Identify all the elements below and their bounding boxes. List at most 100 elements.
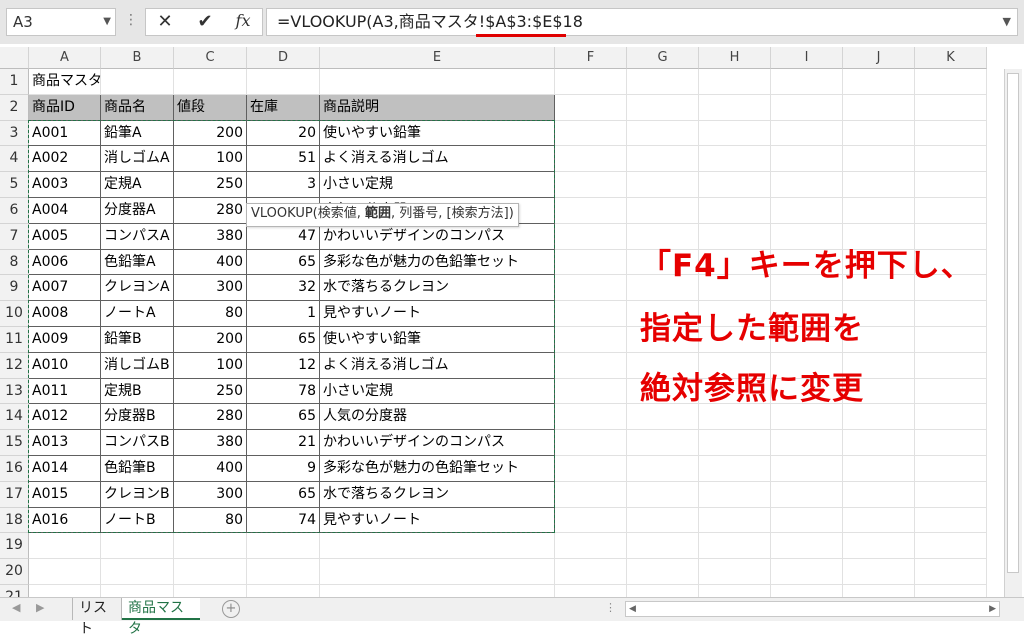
table-header-cell[interactable]: 商品説明 [320, 94, 555, 121]
cell[interactable] [555, 327, 627, 353]
next-sheet-icon[interactable]: ▶ [36, 601, 44, 614]
table-cell[interactable]: A009 [29, 327, 101, 353]
table-cell[interactable]: 多彩な色が魅力の色鉛筆セット [320, 249, 555, 276]
cell[interactable] [555, 120, 627, 147]
table-cell[interactable]: 21 [247, 430, 320, 456]
table-header-cell[interactable]: 値段 [174, 94, 247, 121]
cell[interactable] [843, 559, 915, 585]
cell[interactable] [627, 172, 699, 198]
column-header-h[interactable]: H [699, 47, 771, 69]
table-cell[interactable]: 9 [247, 456, 320, 482]
table-cell[interactable]: 多彩な色が魅力の色鉛筆セット [320, 456, 555, 482]
cell[interactable] [843, 456, 915, 482]
cell[interactable] [627, 507, 699, 534]
table-cell[interactable]: 380 [174, 430, 247, 456]
cell[interactable] [843, 120, 915, 147]
cell[interactable] [915, 404, 987, 431]
cancel-icon[interactable]: ✕ [154, 11, 176, 32]
cell[interactable] [699, 533, 771, 560]
row-header-8[interactable]: 8 [0, 249, 29, 276]
cell[interactable] [699, 404, 771, 431]
cell[interactable] [843, 404, 915, 431]
table-cell[interactable]: A011 [29, 378, 101, 405]
tab-list[interactable]: リスト [72, 598, 122, 637]
cell[interactable] [771, 69, 843, 95]
cell[interactable] [771, 533, 843, 560]
row-header-11[interactable]: 11 [0, 327, 29, 353]
table-cell[interactable]: 見やすいノート [320, 301, 555, 327]
cell[interactable] [915, 301, 987, 327]
table-cell[interactable]: クレヨンB [101, 481, 174, 508]
cell[interactable] [699, 94, 771, 121]
cell[interactable] [627, 404, 699, 431]
cell[interactable] [771, 404, 843, 431]
table-cell[interactable]: A007 [29, 275, 101, 302]
table-cell[interactable]: 65 [247, 249, 320, 276]
cell[interactable] [915, 198, 987, 224]
table-cell[interactable]: A015 [29, 481, 101, 508]
cell[interactable] [555, 301, 627, 327]
cell[interactable] [771, 94, 843, 121]
cell[interactable] [915, 69, 987, 95]
more-icon[interactable]: ⋮ [124, 12, 138, 28]
formula-input[interactable]: =VLOOKUP(A3,商品マスタ!$A$3:$E$18 ▼ [266, 8, 1018, 36]
table-cell[interactable]: 1 [247, 301, 320, 327]
cell[interactable] [699, 198, 771, 224]
cell[interactable] [915, 352, 987, 379]
table-cell[interactable]: 分度器B [101, 404, 174, 431]
cell[interactable] [555, 352, 627, 379]
cell[interactable] [247, 533, 320, 560]
cell[interactable] [915, 378, 987, 405]
table-cell[interactable]: よく消える消しゴム [320, 146, 555, 173]
cell[interactable] [699, 430, 771, 456]
table-cell[interactable]: 見やすいノート [320, 507, 555, 534]
insert-function-icon[interactable]: fx [232, 11, 254, 30]
table-cell[interactable]: 380 [174, 223, 247, 250]
cell[interactable] [627, 198, 699, 224]
row-header-9[interactable]: 9 [0, 275, 29, 302]
cell[interactable] [247, 69, 320, 95]
table-cell[interactable]: 300 [174, 275, 247, 302]
cell[interactable] [771, 430, 843, 456]
cell[interactable] [101, 69, 174, 95]
prev-sheet-icon[interactable]: ◀ [12, 601, 20, 614]
cell[interactable] [915, 146, 987, 173]
table-cell[interactable]: 51 [247, 146, 320, 173]
cell[interactable] [29, 559, 101, 585]
row-header-16[interactable]: 16 [0, 456, 29, 482]
cell[interactable] [555, 172, 627, 198]
cell[interactable] [627, 430, 699, 456]
row-header-18[interactable]: 18 [0, 507, 29, 534]
cell[interactable] [320, 69, 555, 95]
table-cell[interactable]: A013 [29, 430, 101, 456]
cell[interactable] [627, 69, 699, 95]
column-header-k[interactable]: K [915, 47, 987, 69]
table-cell[interactable]: 水で落ちるクレヨン [320, 275, 555, 302]
table-cell[interactable]: A008 [29, 301, 101, 327]
table-cell[interactable]: 100 [174, 146, 247, 173]
table-cell[interactable]: A001 [29, 120, 101, 147]
cell[interactable] [627, 481, 699, 508]
cell[interactable] [771, 481, 843, 508]
table-cell[interactable]: 鉛筆A [101, 120, 174, 147]
cell[interactable] [843, 507, 915, 534]
table-cell[interactable]: 分度器A [101, 198, 174, 224]
cell[interactable] [555, 275, 627, 302]
cell[interactable] [915, 430, 987, 456]
cell[interactable] [699, 507, 771, 534]
table-cell[interactable]: A005 [29, 223, 101, 250]
cell[interactable] [915, 456, 987, 482]
cell[interactable] [915, 481, 987, 508]
cell[interactable] [699, 69, 771, 95]
cell[interactable] [627, 146, 699, 173]
table-cell[interactable]: 200 [174, 120, 247, 147]
cell[interactable] [101, 533, 174, 560]
cell[interactable] [771, 120, 843, 147]
row-header-3[interactable]: 3 [0, 120, 29, 147]
cell[interactable] [771, 559, 843, 585]
table-cell[interactable]: 人気の分度器 [320, 404, 555, 431]
table-cell[interactable]: A016 [29, 507, 101, 534]
cell[interactable] [174, 533, 247, 560]
column-header-b[interactable]: B [101, 47, 174, 69]
table-cell[interactable]: 消しゴムB [101, 352, 174, 379]
